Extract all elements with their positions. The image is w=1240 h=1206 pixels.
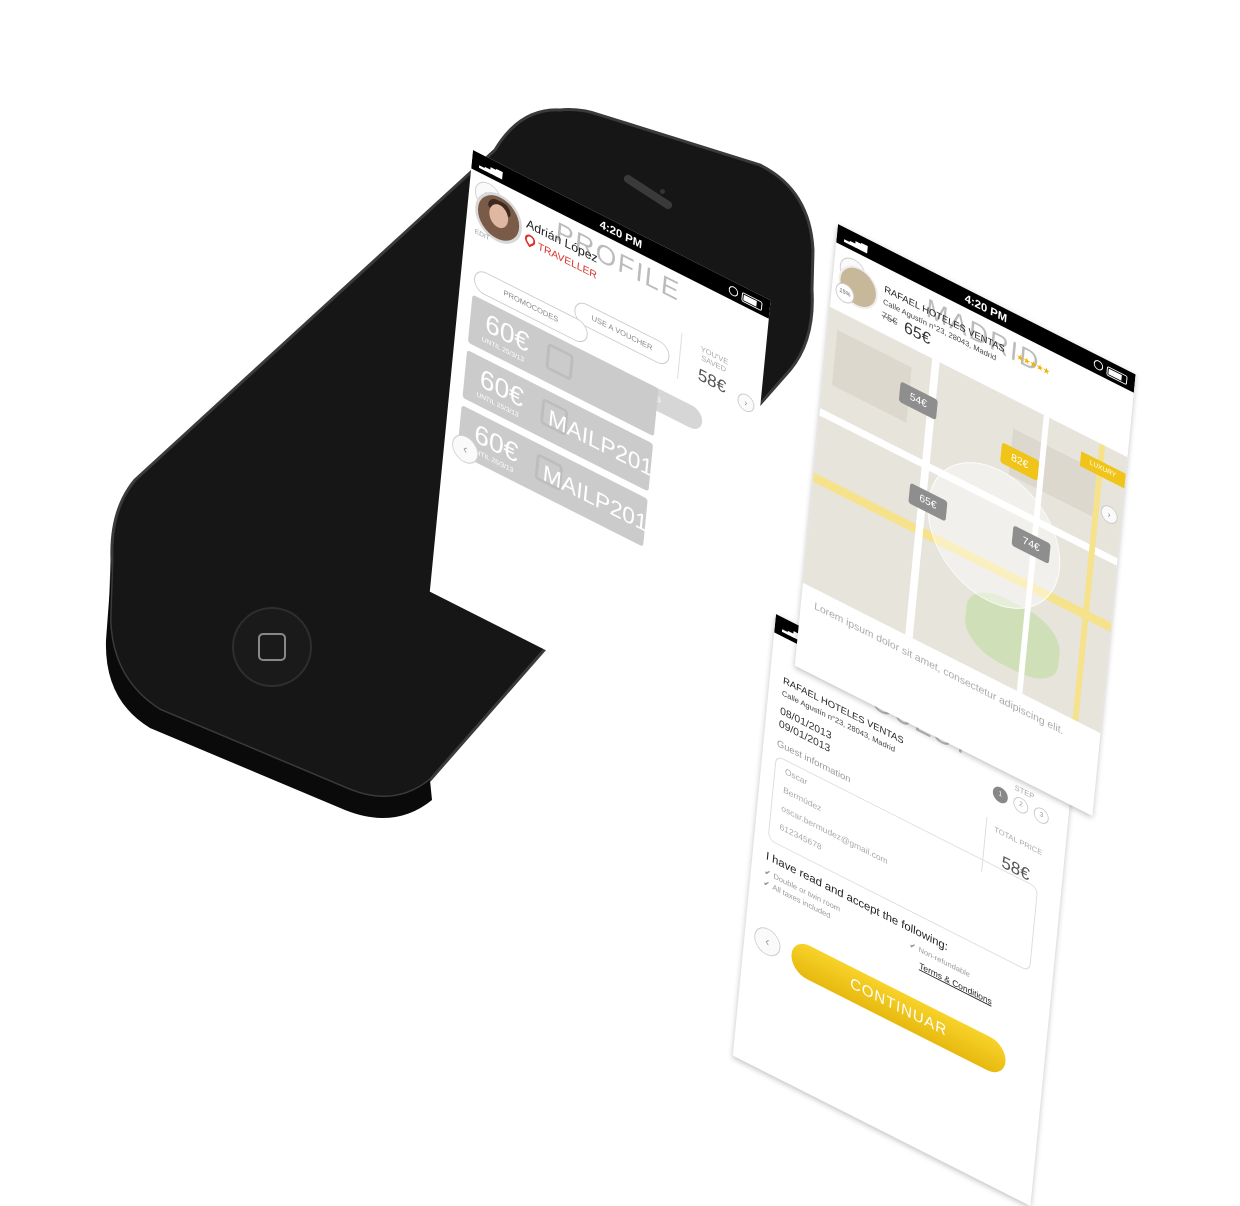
avatar[interactable] xyxy=(473,183,525,253)
lock-icon xyxy=(545,342,574,382)
mockup-scene: ▂▃▅▆ 4:20 PM GUEST STEP 1 2 3 RAFAEL HOT… xyxy=(0,0,1240,1206)
chevron-right-icon: › xyxy=(744,397,748,409)
chevron-left-icon: ‹ xyxy=(462,440,468,457)
home-button[interactable] xyxy=(232,607,312,687)
home-square-icon xyxy=(258,633,286,661)
next-button[interactable]: › xyxy=(736,390,756,416)
camera-icon xyxy=(660,189,665,194)
